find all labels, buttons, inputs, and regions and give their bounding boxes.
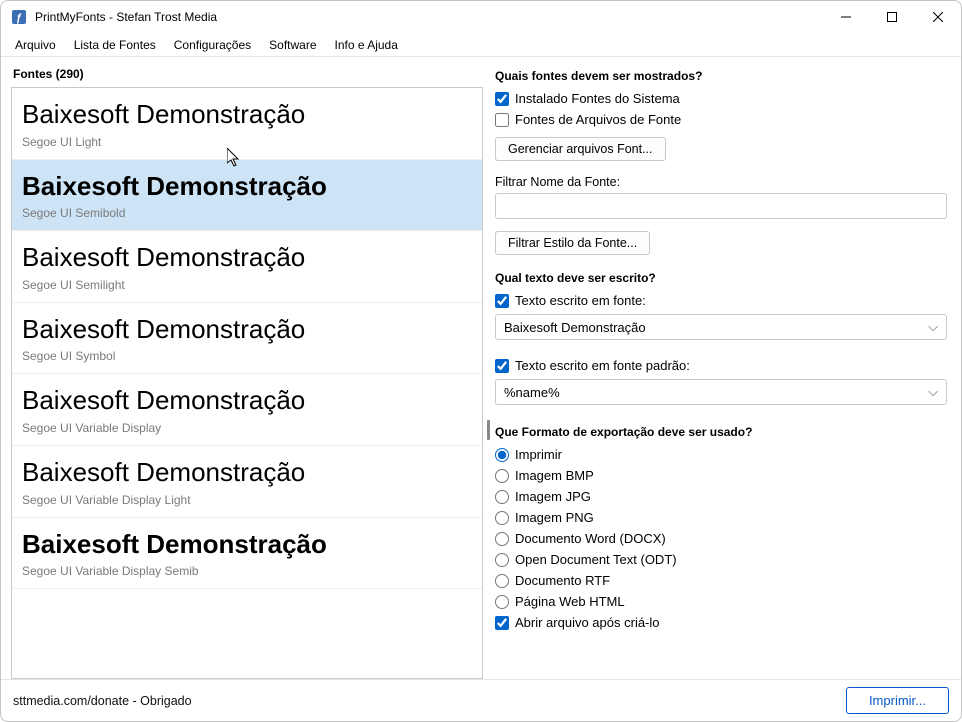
radio-odt-label: Open Document Text (ODT) bbox=[515, 552, 677, 567]
radio-print-label: Imprimir bbox=[515, 447, 562, 462]
chk-installed-label: Instalado Fontes do Sistema bbox=[515, 91, 680, 106]
content: Fontes (290) Baixesoft Demonstração Segoe… bbox=[1, 57, 961, 679]
font-count-header: Fontes (290) bbox=[11, 67, 491, 87]
radio-odt[interactable] bbox=[495, 553, 509, 567]
radio-html[interactable] bbox=[495, 595, 509, 609]
print-button[interactable]: Imprimir... bbox=[846, 687, 949, 714]
radio-bmp-label: Imagem BMP bbox=[515, 468, 594, 483]
chk-files-label: Fontes de Arquivos de Fonte bbox=[515, 112, 681, 127]
menu-fontlist[interactable]: Lista de Fontes bbox=[66, 35, 164, 55]
font-sample-text: Baixesoft Demonstração bbox=[22, 458, 472, 487]
minimize-button[interactable] bbox=[823, 1, 869, 33]
right-panel: Quais fontes devem ser mostrados? Instal… bbox=[491, 57, 961, 679]
font-name-label: Segoe UI Semibold bbox=[22, 206, 472, 220]
statusbar: sttmedia.com/donate - Obrigado Imprimir.… bbox=[1, 679, 961, 721]
font-name-label: Segoe UI Variable Display Semib bbox=[22, 564, 472, 578]
radio-png[interactable] bbox=[495, 511, 509, 525]
chevron-down-icon: ⌵ bbox=[928, 384, 938, 400]
radio-print[interactable] bbox=[495, 448, 509, 462]
chk-text-std-row[interactable]: Texto escrito em fonte padrão: bbox=[495, 358, 947, 373]
section-export-format: Que Formato de exportação deve ser usado… bbox=[495, 425, 947, 439]
font-list-item[interactable]: Baixesoft Demonstração Segoe UI Variable … bbox=[12, 374, 482, 446]
app-icon: ƒ bbox=[11, 9, 27, 25]
font-sample-text: Baixesoft Demonstração bbox=[22, 530, 472, 559]
font-name-label: Segoe UI Variable Display bbox=[22, 421, 472, 435]
font-name-label: Segoe UI Variable Display Light bbox=[22, 493, 472, 507]
filter-name-input[interactable] bbox=[495, 193, 947, 219]
font-name-label: Segoe UI Semilight bbox=[22, 278, 472, 292]
chk-open-after-label: Abrir arquivo após criá-lo bbox=[515, 615, 660, 630]
radio-rtf-label: Documento RTF bbox=[515, 573, 610, 588]
radio-jpg[interactable] bbox=[495, 490, 509, 504]
radio-docx[interactable] bbox=[495, 532, 509, 546]
radio-print-row[interactable]: Imprimir bbox=[495, 447, 947, 462]
combo-text-font[interactable]: Baixesoft Demonstração ⌵ bbox=[495, 314, 947, 340]
section-which-fonts: Quais fontes devem ser mostrados? bbox=[495, 69, 947, 83]
window-title: PrintMyFonts - Stefan Trost Media bbox=[35, 10, 217, 24]
filter-name-label: Filtrar Nome da Fonte: bbox=[495, 175, 947, 189]
chk-text-font-label: Texto escrito em fonte: bbox=[515, 293, 646, 308]
status-text: sttmedia.com/donate - Obrigado bbox=[13, 694, 192, 708]
svg-text:ƒ: ƒ bbox=[16, 12, 22, 24]
menu-config[interactable]: Configurações bbox=[166, 35, 259, 55]
chk-text-std-label: Texto escrito em fonte padrão: bbox=[515, 358, 690, 373]
radio-jpg-label: Imagem JPG bbox=[515, 489, 591, 504]
chk-text-std[interactable] bbox=[495, 359, 509, 373]
chk-open-after-row[interactable]: Abrir arquivo após criá-lo bbox=[495, 615, 947, 630]
font-name-label: Segoe UI Symbol bbox=[22, 349, 472, 363]
font-sample-text: Baixesoft Demonstração bbox=[22, 100, 472, 129]
font-sample-text: Baixesoft Demonstração bbox=[22, 172, 472, 201]
menubar: Arquivo Lista de Fontes Configurações So… bbox=[1, 33, 961, 57]
manage-font-files-button[interactable]: Gerenciar arquivos Font... bbox=[495, 137, 666, 161]
chk-files-row[interactable]: Fontes de Arquivos de Fonte bbox=[495, 112, 947, 127]
splitter-handle[interactable] bbox=[487, 420, 490, 440]
chk-text-font-row[interactable]: Texto escrito em fonte: bbox=[495, 293, 947, 308]
font-name-label: Segoe UI Light bbox=[22, 135, 472, 149]
chk-open-after[interactable] bbox=[495, 616, 509, 630]
chk-installed[interactable] bbox=[495, 92, 509, 106]
menu-software[interactable]: Software bbox=[261, 35, 324, 55]
menu-info[interactable]: Info e Ajuda bbox=[327, 35, 406, 55]
font-sample-text: Baixesoft Demonstração bbox=[22, 315, 472, 344]
font-list-item[interactable]: Baixesoft Demonstração Segoe UI Semibold bbox=[12, 160, 482, 232]
font-list-item[interactable]: Baixesoft Demonstração Segoe UI Variable … bbox=[12, 518, 482, 590]
combo-text-std-value: %name% bbox=[504, 385, 560, 400]
combo-text-std[interactable]: %name% ⌵ bbox=[495, 379, 947, 405]
chk-installed-row[interactable]: Instalado Fontes do Sistema bbox=[495, 91, 947, 106]
font-list-item[interactable]: Baixesoft Demonstração Segoe UI Symbol bbox=[12, 303, 482, 375]
menu-file[interactable]: Arquivo bbox=[7, 35, 64, 55]
radio-bmp-row[interactable]: Imagem BMP bbox=[495, 468, 947, 483]
radio-html-label: Página Web HTML bbox=[515, 594, 625, 609]
font-sample-text: Baixesoft Demonstração bbox=[22, 243, 472, 272]
radio-docx-row[interactable]: Documento Word (DOCX) bbox=[495, 531, 947, 546]
radio-jpg-row[interactable]: Imagem JPG bbox=[495, 489, 947, 504]
chk-text-font[interactable] bbox=[495, 294, 509, 308]
maximize-button[interactable] bbox=[869, 1, 915, 33]
font-list-item[interactable]: Baixesoft Demonstração Segoe UI Light bbox=[12, 88, 482, 160]
titlebar: ƒ PrintMyFonts - Stefan Trost Media bbox=[1, 1, 961, 33]
radio-html-row[interactable]: Página Web HTML bbox=[495, 594, 947, 609]
radio-rtf[interactable] bbox=[495, 574, 509, 588]
radio-bmp[interactable] bbox=[495, 469, 509, 483]
font-sample-text: Baixesoft Demonstração bbox=[22, 386, 472, 415]
font-list[interactable]: Baixesoft DemonstraçãoSegoe UI LightBaix… bbox=[11, 87, 483, 679]
filter-style-button[interactable]: Filtrar Estilo da Fonte... bbox=[495, 231, 650, 255]
radio-png-row[interactable]: Imagem PNG bbox=[495, 510, 947, 525]
radio-docx-label: Documento Word (DOCX) bbox=[515, 531, 666, 546]
font-list-item[interactable]: Baixesoft Demonstração Segoe UI Variable … bbox=[12, 446, 482, 518]
radio-png-label: Imagem PNG bbox=[515, 510, 594, 525]
left-panel: Fontes (290) Baixesoft Demonstração Segoe… bbox=[1, 57, 491, 679]
chk-files[interactable] bbox=[495, 113, 509, 127]
radio-rtf-row[interactable]: Documento RTF bbox=[495, 573, 947, 588]
font-list-item[interactable]: Baixesoft Demonstração Segoe UI Semilight bbox=[12, 231, 482, 303]
chevron-down-icon: ⌵ bbox=[928, 319, 938, 335]
close-button[interactable] bbox=[915, 1, 961, 33]
radio-odt-row[interactable]: Open Document Text (ODT) bbox=[495, 552, 947, 567]
section-which-text: Qual texto deve ser escrito? bbox=[495, 271, 947, 285]
combo-text-font-value: Baixesoft Demonstração bbox=[504, 320, 646, 335]
